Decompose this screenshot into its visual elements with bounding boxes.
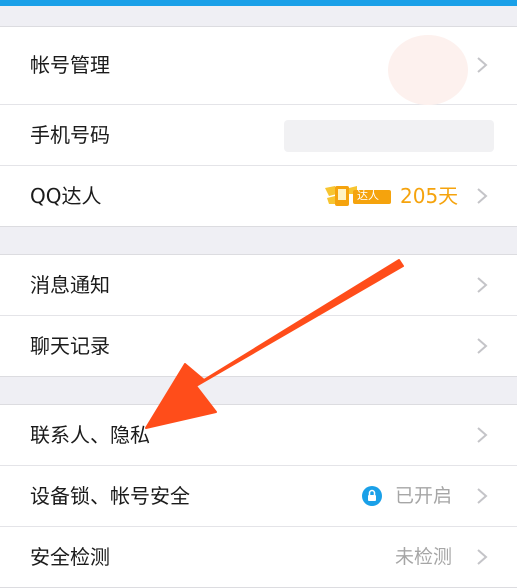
row-phone-number[interactable]: 手机号码	[0, 105, 517, 166]
row-label: 设备锁、帐号安全	[30, 484, 190, 508]
top-accent-bar	[0, 0, 517, 6]
row-label: 安全检测	[30, 545, 110, 569]
chevron-right-icon	[473, 548, 491, 566]
phone-value-redacted	[284, 120, 494, 152]
chevron-right-icon	[473, 56, 491, 74]
row-label: 聊天记录	[30, 334, 110, 358]
lock-icon	[361, 485, 383, 507]
daren-badge-icon: 达人	[323, 182, 395, 210]
row-contacts-privacy[interactable]: 联系人、隐私	[0, 405, 517, 466]
daren-badge-text: 达人	[357, 189, 379, 202]
row-label: 帐号管理	[30, 53, 110, 77]
row-label: 联系人、隐私	[30, 423, 150, 447]
chevron-right-icon	[473, 426, 491, 444]
row-device-lock[interactable]: 设备锁、帐号安全 已开启	[0, 466, 517, 527]
row-label: QQ达人	[30, 184, 102, 208]
security-check-status: 未检测	[395, 546, 453, 568]
row-notifications[interactable]: 消息通知	[0, 255, 517, 316]
chevron-right-icon	[473, 187, 491, 205]
row-chat-history[interactable]: 聊天记录	[0, 316, 517, 376]
chevron-right-icon	[473, 487, 491, 505]
settings-group-messages: 消息通知 聊天记录	[0, 254, 517, 377]
settings-group-privacy: 联系人、隐私 设备锁、帐号安全 已开启 安全检测 未检测	[0, 404, 517, 588]
row-label: 消息通知	[30, 273, 110, 297]
avatar	[388, 35, 468, 105]
row-account-management[interactable]: 帐号管理	[0, 27, 517, 105]
row-security-check[interactable]: 安全检测 未检测	[0, 527, 517, 587]
device-lock-status: 已开启	[395, 485, 453, 507]
row-label: 手机号码	[30, 123, 110, 147]
chevron-right-icon	[473, 337, 491, 355]
daren-days: 205天	[400, 184, 459, 208]
row-qq-daren[interactable]: QQ达人 达人 205天	[0, 166, 517, 226]
chevron-right-icon	[473, 276, 491, 294]
settings-group-account: 帐号管理 手机号码 QQ达人 达人 205天	[0, 26, 517, 227]
